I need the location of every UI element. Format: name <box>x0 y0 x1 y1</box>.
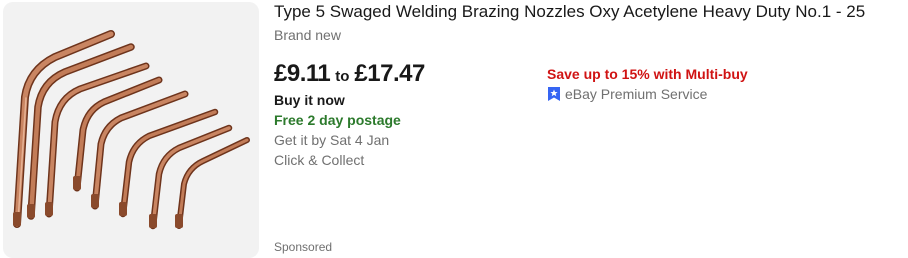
click-collect-label: Click & Collect <box>274 152 365 168</box>
price-range: £9.11 to £17.47 <box>274 60 425 88</box>
listing-title[interactable]: Type 5 Swaged Welding Brazing Nozzles Ox… <box>274 1 865 23</box>
delivery-date: Get it by Sat 4 Jan <box>274 132 390 148</box>
sponsored-label: Sponsored <box>274 240 333 254</box>
condition-label: Brand new <box>274 27 341 43</box>
buying-format: Buy it now <box>274 92 345 108</box>
postage-info: Free 2 day postage <box>274 112 401 128</box>
nozzles-image <box>13 30 250 230</box>
premium-service-label: eBay Premium Service <box>565 86 708 102</box>
price-separator: to <box>335 68 350 85</box>
multibuy-promo: Save up to 15% with Multi-buy <box>547 66 748 82</box>
premium-service: eBay Premium Service <box>547 86 707 102</box>
listing-card[interactable]: Type 5 Swaged Welding Brazing Nozzles Ox… <box>0 0 908 258</box>
premium-badge-icon <box>547 86 561 102</box>
price-high: £17.47 <box>354 60 425 87</box>
product-image[interactable] <box>3 2 259 258</box>
price-low: £9.11 <box>274 60 331 87</box>
